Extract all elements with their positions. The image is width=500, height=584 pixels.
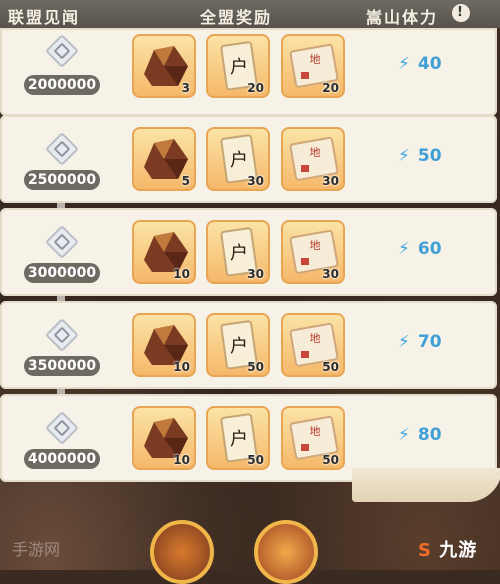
- item-quantity: 50: [247, 360, 264, 374]
- reward-item-ore[interactable]: 5: [132, 127, 196, 191]
- brand-logo: S 九游: [418, 536, 477, 562]
- item-quantity: 3: [181, 81, 190, 95]
- item-quantity: 10: [173, 360, 190, 374]
- milestone-value: 2500000: [24, 170, 100, 190]
- info-icon[interactable]: !: [452, 4, 470, 22]
- reward-item-ore[interactable]: 10: [132, 220, 196, 284]
- reward-item-household-register[interactable]: 户 50: [206, 313, 270, 377]
- column-header-alliance-reward: 全盟奖励: [200, 8, 273, 27]
- reward-row: 3000000 10 户 30 地 30 ⚡ 60: [0, 208, 497, 296]
- item-quantity: 30: [247, 174, 264, 188]
- svg-text:户: 户: [230, 243, 248, 264]
- svg-text:户: 户: [230, 336, 248, 357]
- reward-row: 2000000 3 户 20 地 20 ⚡ 40: [0, 28, 497, 116]
- milestone-value: 3500000: [24, 356, 100, 376]
- stamina-value: 50: [417, 146, 442, 166]
- milestone-value: 3000000: [24, 263, 100, 283]
- milestone-value: 2000000: [24, 75, 100, 95]
- stamina-value: 60: [417, 239, 442, 259]
- reward-item-map-scroll[interactable]: 地 30: [281, 127, 345, 191]
- item-quantity: 10: [173, 267, 190, 281]
- stamina-value: 80: [417, 425, 442, 445]
- milestone-value: 4000000: [24, 449, 100, 469]
- column-header-songshan-stamina: 嵩山体力: [366, 8, 439, 27]
- lightning-icon: ⚡: [398, 146, 410, 166]
- milestone-node-icon: [45, 225, 79, 259]
- svg-text:户: 户: [230, 57, 248, 78]
- item-quantity: 20: [322, 81, 339, 95]
- milestone-node-icon: [45, 132, 79, 166]
- brand-mark: S: [418, 540, 432, 561]
- bottom-menu-button[interactable]: [254, 520, 318, 584]
- stamina-reward: ⚡ 50: [398, 146, 468, 170]
- milestone-node-icon: [45, 34, 79, 68]
- watermark-text: 手游网: [12, 540, 61, 559]
- item-quantity: 20: [247, 81, 264, 95]
- reward-item-ore[interactable]: 10: [132, 313, 196, 377]
- item-quantity: 50: [322, 453, 339, 467]
- item-quantity: 30: [247, 267, 264, 281]
- milestone-node-icon: [45, 411, 79, 445]
- reward-item-household-register[interactable]: 户 20: [206, 34, 270, 98]
- scroll-decoration: [352, 468, 500, 502]
- reward-item-map-scroll[interactable]: 地 30: [281, 220, 345, 284]
- svg-text:地: 地: [310, 425, 321, 438]
- svg-text:户: 户: [230, 150, 248, 171]
- svg-text:地: 地: [310, 53, 321, 66]
- brand-text: 九游: [439, 540, 478, 561]
- item-quantity: 10: [173, 453, 190, 467]
- stamina-reward: ⚡ 40: [398, 54, 468, 78]
- svg-text:地: 地: [310, 239, 321, 252]
- stamina-reward: ⚡ 70: [398, 332, 468, 356]
- item-quantity: 5: [181, 174, 190, 188]
- reward-item-household-register[interactable]: 户 30: [206, 220, 270, 284]
- item-quantity: 30: [322, 174, 339, 188]
- lightning-icon: ⚡: [398, 425, 410, 445]
- reward-item-map-scroll[interactable]: 地 50: [281, 313, 345, 377]
- lightning-icon: ⚡: [398, 239, 410, 259]
- svg-text:地: 地: [310, 332, 321, 345]
- reward-item-household-register[interactable]: 户 50: [206, 406, 270, 470]
- reward-item-map-scroll[interactable]: 地 50: [281, 406, 345, 470]
- bottom-menu-button[interactable]: [150, 520, 214, 584]
- column-header-alliance-insight: 联盟见闻: [8, 8, 81, 27]
- reward-item-ore[interactable]: 10: [132, 406, 196, 470]
- reward-item-map-scroll[interactable]: 地 20: [281, 34, 345, 98]
- stamina-reward: ⚡ 80: [398, 425, 468, 449]
- item-quantity: 50: [322, 360, 339, 374]
- reward-item-ore[interactable]: 3: [132, 34, 196, 98]
- lightning-icon: ⚡: [398, 332, 410, 352]
- reward-row: 2500000 5 户 30 地 30 ⚡ 50: [0, 115, 497, 203]
- item-quantity: 30: [322, 267, 339, 281]
- stamina-reward: ⚡ 60: [398, 239, 468, 263]
- reward-item-household-register[interactable]: 户 30: [206, 127, 270, 191]
- stamina-value: 70: [417, 332, 442, 352]
- panel-header: 联盟见闻 全盟奖励 嵩山体力 !: [0, 0, 500, 28]
- svg-text:户: 户: [230, 429, 248, 450]
- stamina-value: 40: [417, 54, 442, 74]
- item-quantity: 50: [247, 453, 264, 467]
- lightning-icon: ⚡: [398, 54, 410, 74]
- svg-text:地: 地: [310, 146, 321, 159]
- reward-row: 3500000 10 户 50 地 50 ⚡ 70: [0, 301, 497, 389]
- milestone-node-icon: [45, 318, 79, 352]
